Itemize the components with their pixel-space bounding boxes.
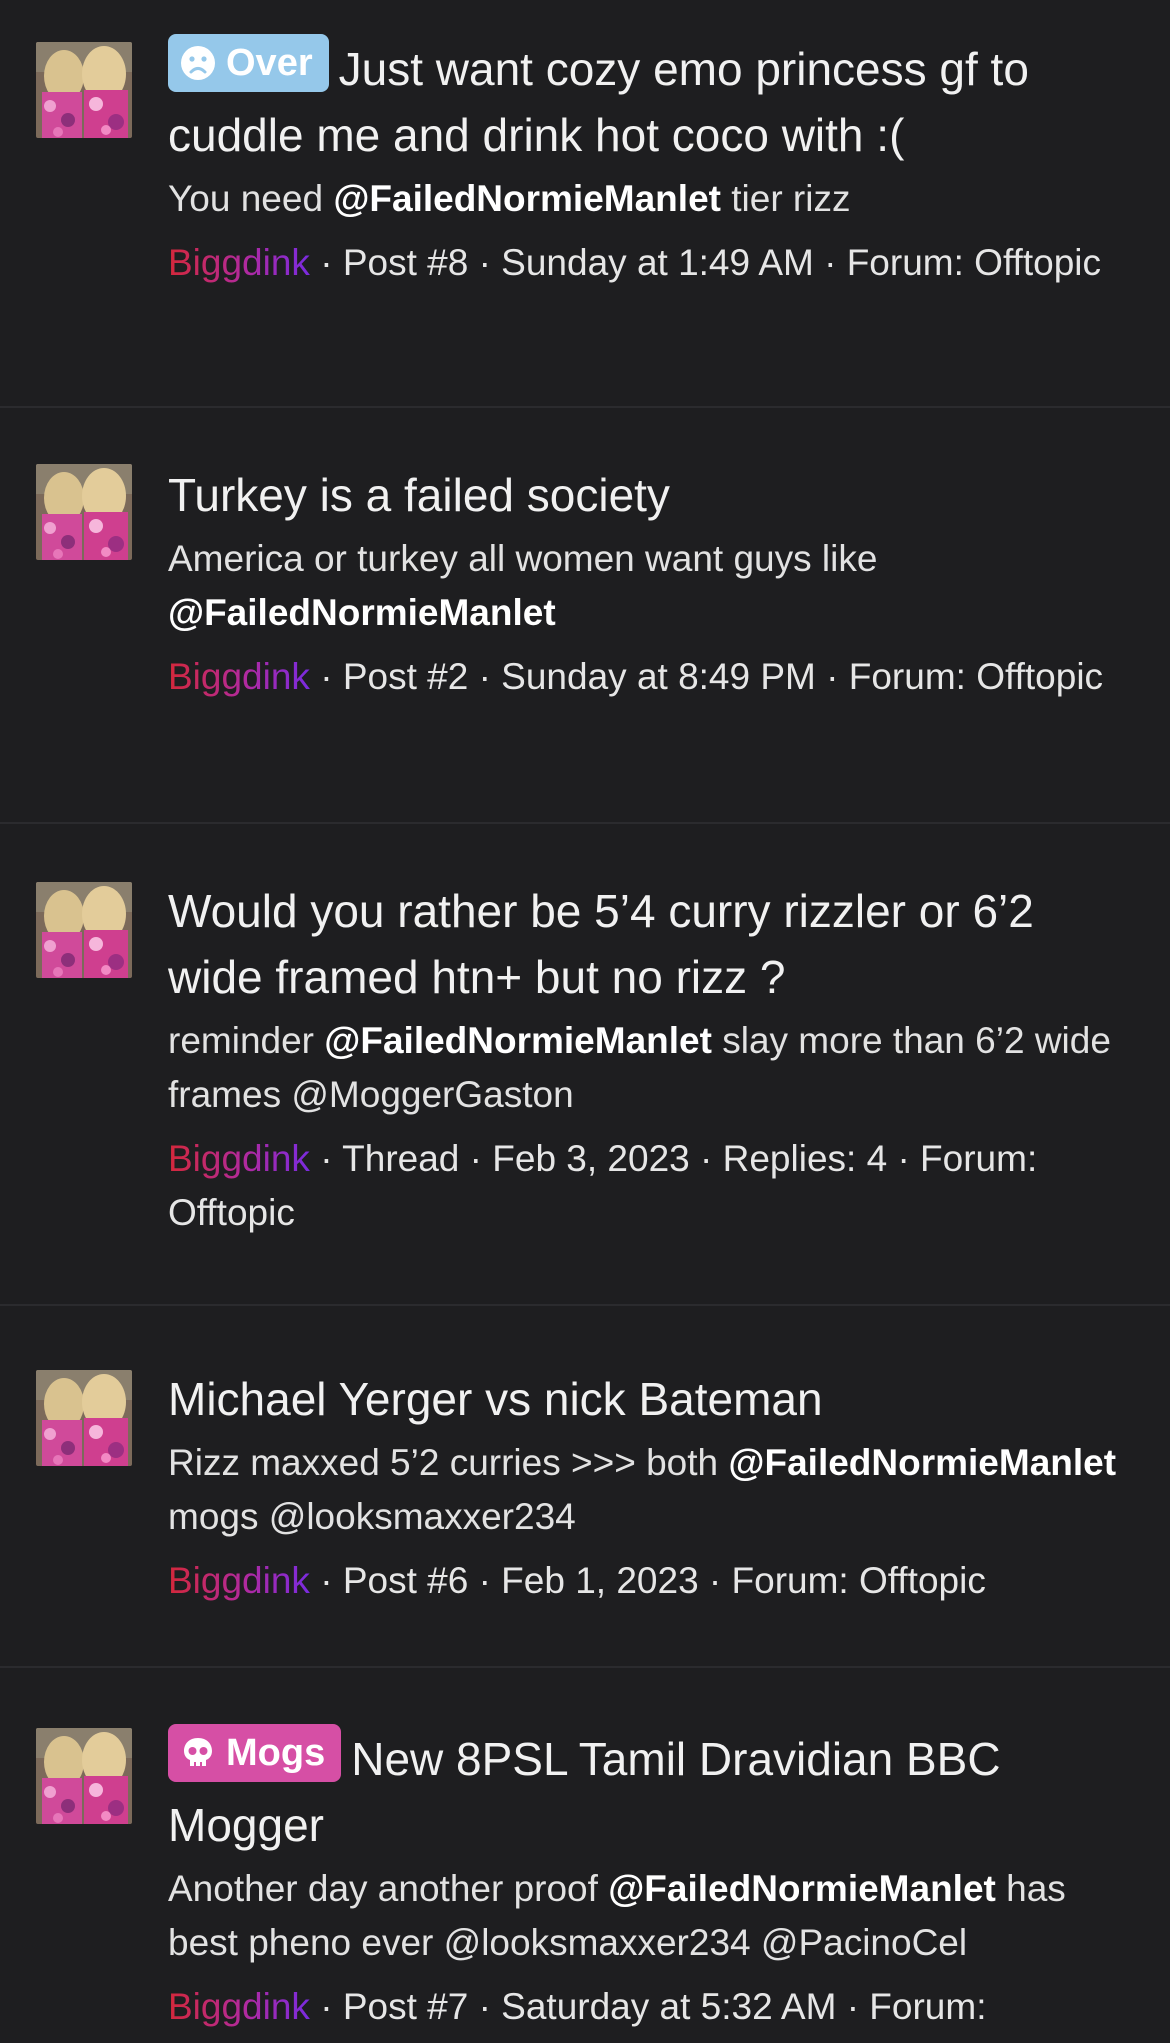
- result-snippet: Another day another proof @FailedNormieM…: [168, 1862, 1130, 1970]
- meta-text: · Post #2 · Sunday at 8:49 PM · Forum: O…: [309, 656, 1104, 697]
- search-result[interactable]: Michael Yerger vs nick Bateman Rizz maxx…: [0, 1306, 1170, 1668]
- search-result[interactable]: Over Just want cozy emo princess gf to c…: [0, 0, 1170, 408]
- title-text[interactable]: Turkey is a failed society: [168, 469, 670, 521]
- meta-text: · Post #7 · Saturday at 5:32 AM · Forum:: [309, 1986, 987, 2027]
- mention-link[interactable]: @FailedNormieManlet: [608, 1868, 996, 1909]
- mention-link[interactable]: @FailedNormieManlet: [728, 1442, 1116, 1483]
- result-title[interactable]: Would you rather be 5’4 curry rizzler or…: [168, 878, 1130, 1010]
- result-snippet: America or turkey all women want guys li…: [168, 532, 1130, 640]
- result-snippet: reminder @FailedNormieManlet slay more t…: [168, 1014, 1130, 1122]
- snippet-text: mogs @looksmaxxer234: [168, 1496, 576, 1537]
- username-link[interactable]: Biggdink: [168, 1986, 310, 2027]
- username-link[interactable]: Biggdink: [168, 656, 310, 697]
- snippet-text: America or turkey all women want guys li…: [168, 538, 878, 579]
- result-meta: Biggdink · Post #2 · Sunday at 8:49 PM ·…: [168, 650, 1130, 704]
- username-link[interactable]: Biggdink: [168, 242, 310, 283]
- badge-label: Mogs: [226, 1732, 326, 1774]
- snippet-text: Another day another proof: [168, 1868, 609, 1909]
- skull-icon: [180, 1735, 216, 1771]
- result-meta: Biggdink · Post #8 · Sunday at 1:49 AM ·…: [168, 236, 1130, 290]
- badge-label: Over: [226, 42, 313, 84]
- search-result[interactable]: Would you rather be 5’4 curry rizzler or…: [0, 824, 1170, 1306]
- result-snippet: You need @FailedNormieManlet tier rizz: [168, 172, 1130, 226]
- result-meta: Biggdink · Post #6 · Feb 1, 2023 · Forum…: [168, 1554, 1130, 1608]
- title-text[interactable]: Would you rather be 5’4 curry rizzler or…: [168, 885, 1034, 1003]
- search-result[interactable]: Mogs New 8PSL Tamil Dravidian BBC Mogger…: [0, 1668, 1170, 2043]
- result-snippet: Rizz maxxed 5’2 curries >>> both @Failed…: [168, 1436, 1130, 1544]
- result-title[interactable]: Over Just want cozy emo princess gf to c…: [168, 34, 1130, 168]
- mention-link[interactable]: @FailedNormieManlet: [324, 1020, 712, 1061]
- snippet-text: You need: [168, 178, 334, 219]
- prefix-badge-over: Over: [168, 34, 329, 92]
- sad-face-icon: [180, 45, 216, 81]
- search-result[interactable]: Turkey is a failed society America or tu…: [0, 408, 1170, 824]
- meta-text: · Post #6 · Feb 1, 2023 · Forum: Offtopi…: [309, 1560, 986, 1601]
- result-meta: Biggdink · Post #7 · Saturday at 5:32 AM…: [168, 1980, 1130, 2034]
- avatar[interactable]: [36, 1728, 132, 1824]
- snippet-text: tier rizz: [720, 178, 851, 219]
- avatar[interactable]: [36, 882, 132, 978]
- title-text[interactable]: Michael Yerger vs nick Bateman: [168, 1373, 823, 1425]
- avatar[interactable]: [36, 464, 132, 560]
- result-meta: Biggdink · Thread · Feb 3, 2023 · Replie…: [168, 1132, 1130, 1240]
- mention-link[interactable]: @FailedNormieManlet: [333, 178, 721, 219]
- result-title[interactable]: Mogs New 8PSL Tamil Dravidian BBC Mogger: [168, 1724, 1130, 1858]
- username-link[interactable]: Biggdink: [168, 1560, 310, 1601]
- avatar[interactable]: [36, 1370, 132, 1466]
- avatar[interactable]: [36, 42, 132, 138]
- snippet-text: reminder: [168, 1020, 325, 1061]
- username-link[interactable]: Biggdink: [168, 1138, 310, 1179]
- snippet-text: Rizz maxxed 5’2 curries >>> both: [168, 1442, 729, 1483]
- meta-text: · Post #8 · Sunday at 1:49 AM · Forum: O…: [309, 242, 1101, 283]
- mention-link[interactable]: @FailedNormieManlet: [168, 592, 556, 633]
- result-title[interactable]: Turkey is a failed society: [168, 462, 1130, 528]
- result-title[interactable]: Michael Yerger vs nick Bateman: [168, 1366, 1130, 1432]
- prefix-badge-mogs: Mogs: [168, 1724, 342, 1782]
